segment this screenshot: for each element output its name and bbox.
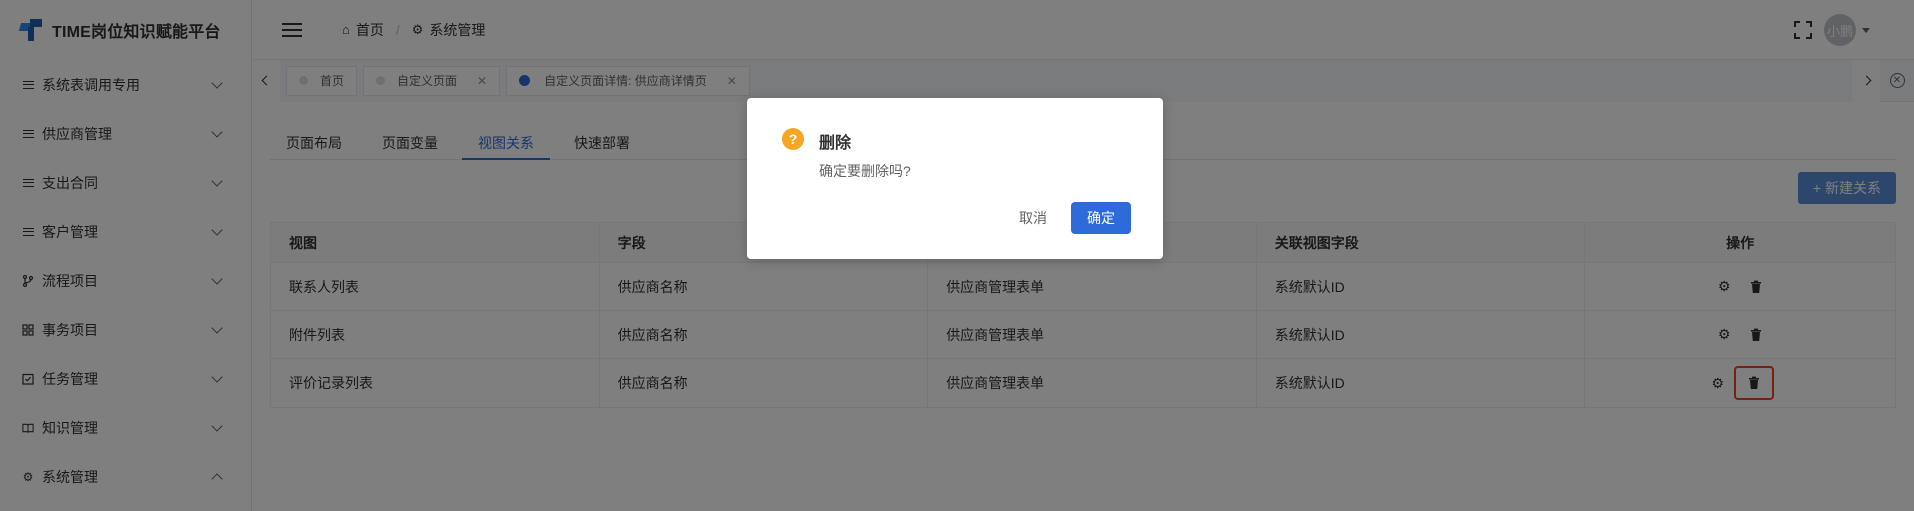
dialog-title: 删除 <box>819 135 852 152</box>
dialog-message: 确定要删除吗? <box>819 163 911 179</box>
cancel-button[interactable]: 取消 <box>1007 202 1059 234</box>
confirm-button[interactable]: 确定 <box>1071 202 1131 234</box>
question-icon: ? <box>782 128 804 150</box>
confirm-delete-dialog: ? 删除 确定要删除吗? 取消 确定 <box>747 98 1163 259</box>
